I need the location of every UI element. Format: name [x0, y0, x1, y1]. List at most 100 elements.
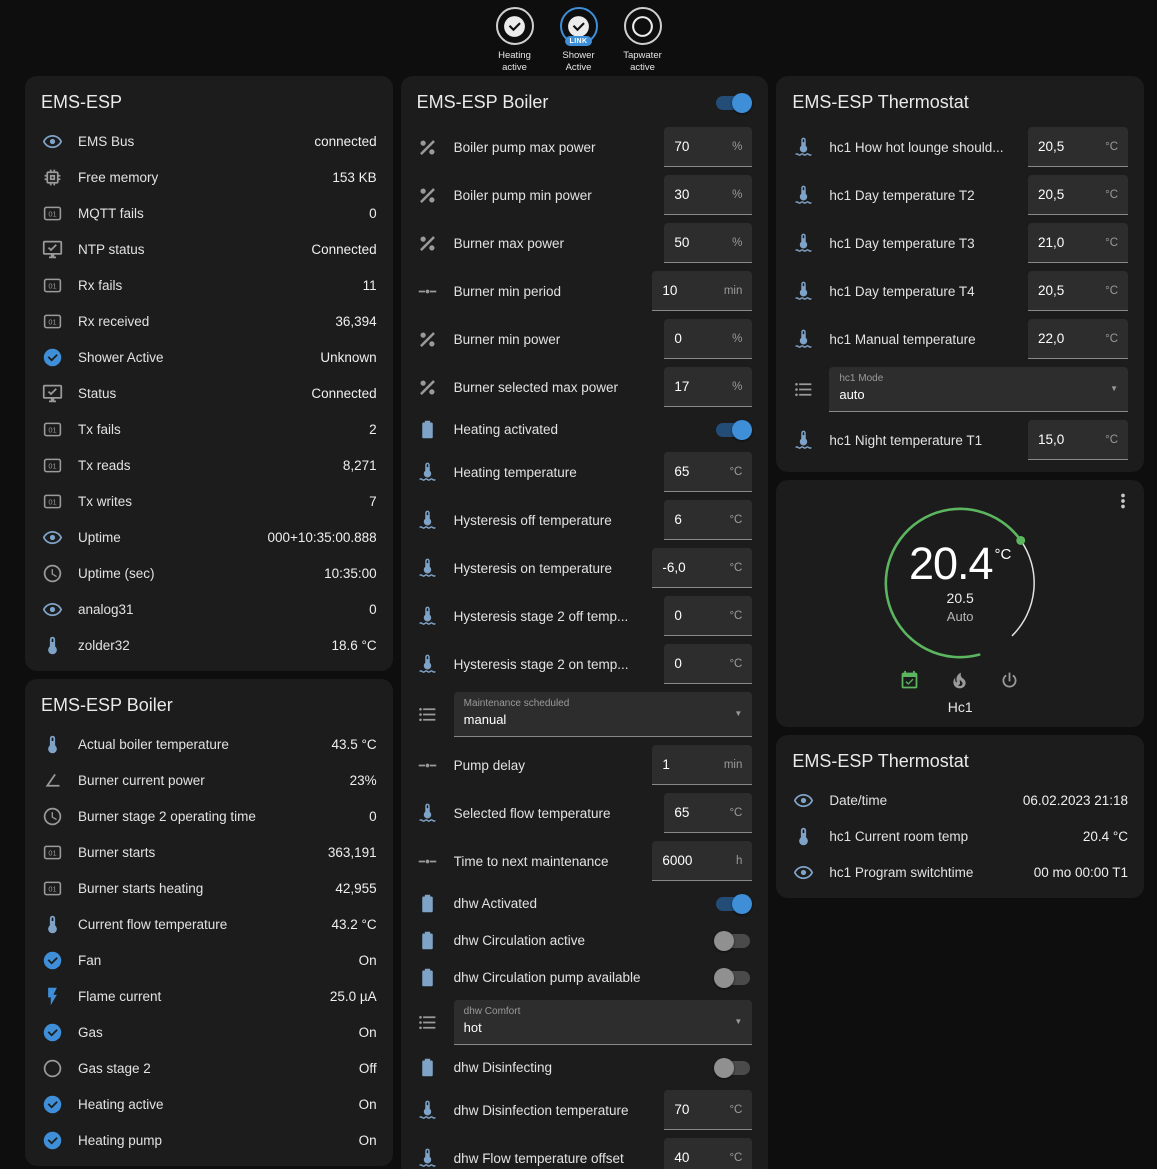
entity-row[interactable]: 01Tx fails2: [25, 411, 393, 447]
toggle-switch[interactable]: [714, 931, 752, 951]
toggle-switch[interactable]: [714, 894, 752, 914]
entity-row[interactable]: Shower ActiveUnknown: [25, 339, 393, 375]
number-input[interactable]: 20,5°C: [1028, 271, 1128, 311]
select-field[interactable]: Maintenance scheduledmanual▼: [454, 692, 753, 737]
number-unit: min: [724, 285, 743, 297]
entity-row[interactable]: analog310: [25, 591, 393, 627]
entity-row[interactable]: EMS Busconnected: [25, 123, 393, 159]
entity-value: 42,955: [335, 881, 376, 896]
entity-row[interactable]: 01Tx reads8,271: [25, 447, 393, 483]
toggle-knob: [732, 894, 752, 914]
entity-row[interactable]: Heating activeOn: [25, 1086, 393, 1122]
entity-row: dhw Comforthot▼: [401, 996, 769, 1049]
entity-row[interactable]: Flame current25.0 µA: [25, 978, 393, 1014]
percent-icon: [417, 232, 439, 254]
eye-icon: [41, 130, 63, 152]
entity-label: dhw Disinfecting: [454, 1060, 700, 1075]
number-input[interactable]: 40°C: [664, 1138, 752, 1169]
card-header: EMS-ESP Thermostat: [776, 735, 1144, 782]
entity-row[interactable]: GasOn: [25, 1014, 393, 1050]
entity-row: Hysteresis off temperature6°C: [401, 496, 769, 544]
water-thermometer-icon: [792, 136, 814, 158]
water-thermometer-icon: [417, 605, 439, 627]
entity-row: Hysteresis stage 2 off temp...0°C: [401, 592, 769, 640]
entity-row[interactable]: StatusConnected: [25, 375, 393, 411]
number-value: 70: [674, 139, 726, 154]
entity-row[interactable]: Heating pumpOn: [25, 1122, 393, 1158]
badge-label: Tapwater active: [616, 50, 670, 75]
number-input[interactable]: 6000h: [652, 841, 752, 881]
entity-row[interactable]: Gas stage 2Off: [25, 1050, 393, 1086]
entity-label: dhw Circulation active: [454, 933, 700, 948]
entity-row[interactable]: Date/time06.02.2023 21:18: [776, 782, 1144, 818]
entity-row[interactable]: 01Burner starts heating42,955: [25, 870, 393, 906]
number-input[interactable]: 30%: [664, 175, 752, 215]
number-value: 65: [674, 805, 723, 820]
entity-row[interactable]: FanOn: [25, 942, 393, 978]
number-input[interactable]: 65°C: [664, 452, 752, 492]
number-input[interactable]: 15,0°C: [1028, 420, 1128, 460]
number-input[interactable]: 17%: [664, 367, 752, 407]
toggle-switch[interactable]: [714, 1058, 752, 1078]
number-input[interactable]: 6°C: [664, 500, 752, 540]
temperature-dial[interactable]: 20.4°C 20.5 Auto: [871, 494, 1049, 666]
more-menu-icon[interactable]: [1112, 490, 1136, 514]
toggle-switch[interactable]: [714, 968, 752, 988]
entity-value: On: [359, 953, 377, 968]
entity-row[interactable]: Burner stage 2 operating time0: [25, 798, 393, 834]
number-input[interactable]: 0°C: [664, 644, 752, 684]
number-input[interactable]: 20,5°C: [1028, 127, 1128, 167]
entity-label: dhw Circulation pump available: [454, 970, 700, 985]
select-field[interactable]: dhw Comforthot▼: [454, 1000, 753, 1045]
entity-row[interactable]: 01Rx fails11: [25, 267, 393, 303]
number-value: 20,5: [1038, 139, 1099, 154]
number-input[interactable]: -6,0°C: [652, 548, 752, 588]
entity-row[interactable]: 01Burner starts363,191: [25, 834, 393, 870]
number-unit: °C: [729, 658, 742, 670]
entity-row[interactable]: hc1 Current room temp20.4 °C: [776, 818, 1144, 854]
entity-label: Heating pump: [78, 1133, 344, 1148]
number-input[interactable]: 22,0°C: [1028, 319, 1128, 359]
entity-row[interactable]: Actual boiler temperature43.5 °C: [25, 726, 393, 762]
number-value: 70: [674, 1102, 723, 1117]
card-toggle[interactable]: [714, 93, 752, 113]
entity-label: Tx fails: [78, 422, 354, 437]
number-input[interactable]: 0%: [664, 319, 752, 359]
status-badge[interactable]: Heating active: [488, 7, 542, 75]
number-input[interactable]: 70%: [664, 127, 752, 167]
entity-row[interactable]: NTP statusConnected: [25, 231, 393, 267]
number-input[interactable]: 0°C: [664, 596, 752, 636]
entity-label: analog31: [78, 602, 354, 617]
number-input[interactable]: 65°C: [664, 793, 752, 833]
status-badge[interactable]: LINKShower Active: [552, 7, 606, 75]
status-badge[interactable]: Tapwater active: [616, 7, 670, 75]
fire-icon[interactable]: [949, 670, 971, 692]
list-icon: [417, 1012, 439, 1034]
entity-row[interactable]: Current flow temperature43.2 °C: [25, 906, 393, 942]
entity-row[interactable]: Burner current power23%: [25, 762, 393, 798]
number-input[interactable]: 20,5°C: [1028, 175, 1128, 215]
number-input[interactable]: 10min: [652, 271, 752, 311]
card-title: EMS-ESP Thermostat: [792, 92, 968, 113]
entity-row: Hysteresis stage 2 on temp...0°C: [401, 640, 769, 688]
calendar-check-icon[interactable]: [899, 670, 921, 692]
entity-row[interactable]: Uptime000+10:35:00.888: [25, 519, 393, 555]
entity-label: hc1 Manual temperature: [829, 332, 1013, 347]
entity-row[interactable]: 01Tx writes7: [25, 483, 393, 519]
power-icon[interactable]: [999, 670, 1021, 692]
number-input[interactable]: 50%: [664, 223, 752, 263]
entity-row[interactable]: 01Rx received36,394: [25, 303, 393, 339]
toggle-switch[interactable]: [714, 420, 752, 440]
entity-row: Hysteresis on temperature-6,0°C: [401, 544, 769, 592]
card-title: EMS-ESP Boiler: [41, 695, 173, 716]
entity-row[interactable]: zolder3218.6 °C: [25, 627, 393, 663]
number-input[interactable]: 70°C: [664, 1090, 752, 1130]
card-title: EMS-ESP: [41, 92, 122, 113]
number-input[interactable]: 21,0°C: [1028, 223, 1128, 263]
entity-row[interactable]: Free memory153 KB: [25, 159, 393, 195]
entity-row[interactable]: Uptime (sec)10:35:00: [25, 555, 393, 591]
entity-row[interactable]: hc1 Program switchtime00 mo 00:00 T1: [776, 854, 1144, 890]
entity-row[interactable]: 01MQTT fails0: [25, 195, 393, 231]
number-input[interactable]: 1min: [652, 745, 752, 785]
select-field[interactable]: hc1 Modeauto▼: [829, 367, 1128, 412]
